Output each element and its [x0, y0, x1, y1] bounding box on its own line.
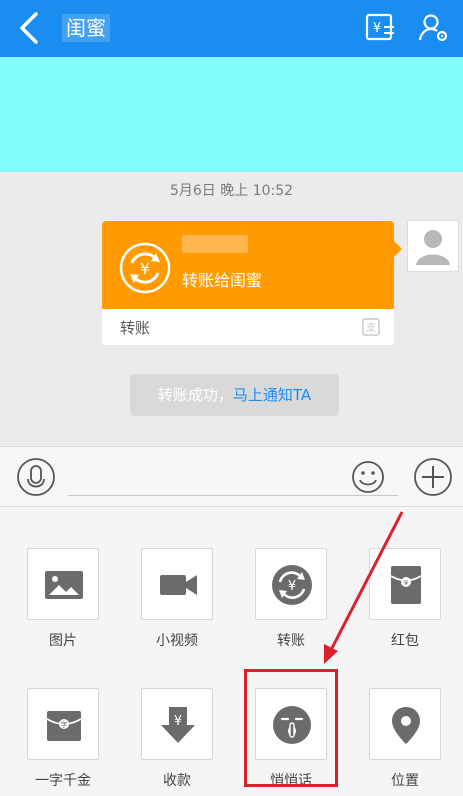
- tile-box: ¥: [255, 548, 327, 620]
- svg-text:支: 支: [366, 322, 376, 334]
- tile-box: [369, 688, 441, 760]
- transfer-card-text: 转账给闺蜜: [182, 271, 263, 290]
- friend-settings-icon[interactable]: [418, 12, 450, 44]
- banner-area: [0, 57, 463, 172]
- panel-item-transfer[interactable]: ¥ 转账: [255, 548, 327, 650]
- svg-text:¥: ¥: [288, 579, 296, 594]
- panel-item-label: 一字千金: [35, 773, 91, 789]
- tile-box: ¥: [141, 688, 213, 760]
- plus-icon[interactable]: [413, 457, 453, 497]
- panel-item-receive[interactable]: ¥ 收款: [141, 688, 213, 790]
- transfer-icon[interactable]: ¥: [364, 12, 396, 44]
- receive-money-icon: ¥: [161, 707, 195, 743]
- panel-item-word-packet[interactable]: 字 一字千金: [27, 688, 99, 790]
- svg-text:¥: ¥: [174, 714, 182, 729]
- location-icon: [392, 707, 420, 744]
- tile-box: ¥: [369, 548, 441, 620]
- video-icon: [160, 575, 197, 595]
- transfer-message-card[interactable]: ¥ 转账给闺蜜 转账 支: [102, 221, 402, 345]
- notice-text: 转账成功，: [157, 386, 233, 404]
- chevron-left-icon[interactable]: [14, 10, 44, 46]
- page-title: 闺蜜: [62, 14, 110, 42]
- chat-area: 5月6日 晚上 10:52 ¥ 转账给闺蜜 转账 支 转账成功，马上通知TA: [0, 172, 463, 446]
- highlight-box: [244, 669, 338, 787]
- message-timestamp: 5月6日 晚上 10:52: [169, 183, 294, 199]
- transfer-card-header: ¥ 转账给闺蜜: [102, 221, 394, 309]
- transfer-coin-icon: ¥: [119, 242, 171, 294]
- transfer-card-footer: 转账 支: [102, 309, 394, 345]
- payment-logo-icon: 支: [362, 318, 380, 336]
- transfer-success-notice: 转账成功，马上通知TA: [130, 374, 339, 416]
- panel-item-image[interactable]: 图片: [27, 548, 99, 650]
- panel-item-label: 转账: [277, 633, 305, 649]
- blurred-amount: [182, 235, 248, 253]
- bubble-tail: [394, 241, 402, 257]
- emoji-icon[interactable]: [348, 457, 388, 497]
- panel-item-label: 小视频: [156, 633, 198, 649]
- svg-text:¥: ¥: [140, 259, 150, 278]
- default-avatar-icon: [416, 230, 450, 265]
- input-bar: [0, 446, 463, 506]
- notify-link[interactable]: 马上通知TA: [233, 386, 311, 404]
- transfer-card-label: 转账: [120, 319, 151, 337]
- header: 闺蜜 ¥: [0, 0, 463, 57]
- tile-box: [141, 548, 213, 620]
- svg-text:¥: ¥: [404, 579, 409, 587]
- svg-text:¥: ¥: [373, 21, 381, 36]
- transfer-icon: ¥: [272, 565, 312, 605]
- microphone-icon[interactable]: [16, 457, 56, 497]
- panel-item-video[interactable]: 小视频: [141, 548, 213, 650]
- tile-box: [27, 548, 99, 620]
- tile-box: 字: [27, 688, 99, 760]
- image-icon: [45, 571, 83, 599]
- panel-item-label: 图片: [49, 633, 77, 649]
- word-packet-icon: 字: [46, 711, 82, 741]
- avatar[interactable]: [407, 220, 459, 272]
- panel-item-label: 红包: [391, 633, 419, 649]
- panel-item-location[interactable]: 位置: [369, 688, 441, 790]
- svg-text:字: 字: [61, 720, 68, 729]
- panel-item-label: 位置: [391, 773, 419, 789]
- panel-item-label: 收款: [163, 773, 191, 789]
- red-packet-icon: ¥: [390, 566, 422, 604]
- panel-item-red-packet[interactable]: ¥ 红包: [369, 548, 441, 650]
